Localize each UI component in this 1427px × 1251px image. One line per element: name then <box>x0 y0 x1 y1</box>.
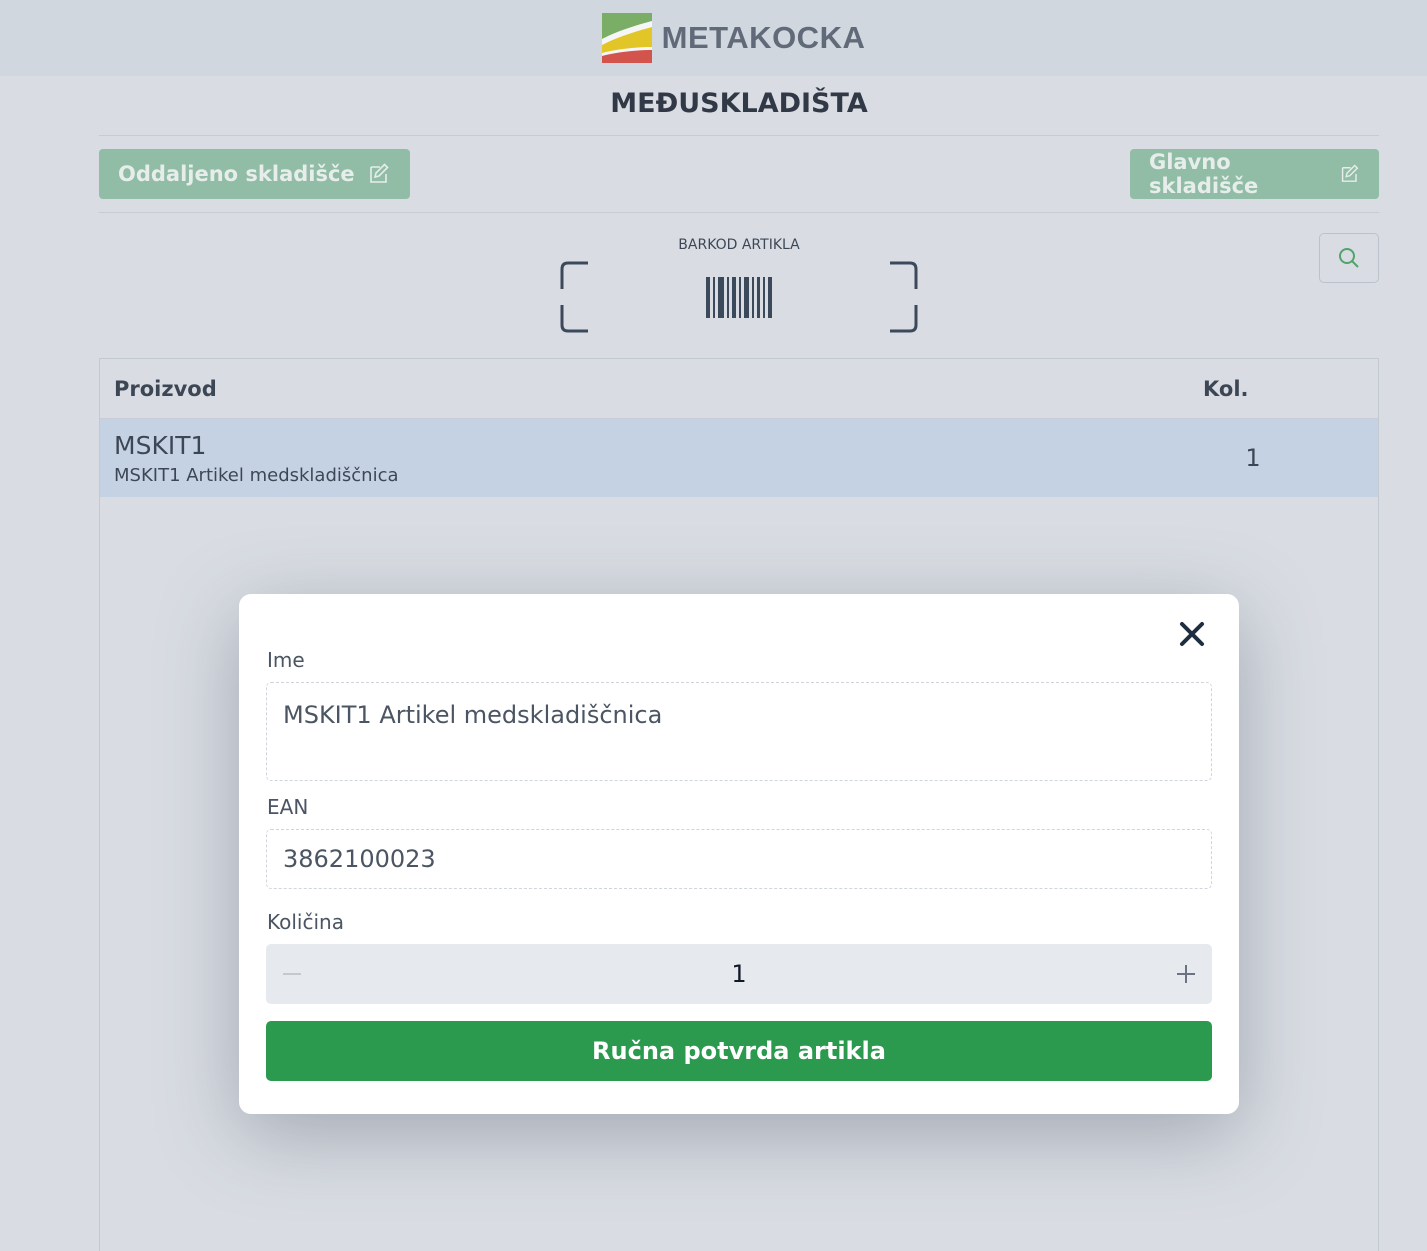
quantity-value[interactable]: 1 <box>318 960 1160 988</box>
name-field[interactable]: MSKIT1 Artikel medskladiščnica <box>266 682 1212 781</box>
quantity-stepper: 1 <box>266 944 1212 1004</box>
minus-icon <box>283 973 301 975</box>
item-dialog: Ime MSKIT1 Artikel medskladiščnica EAN 3… <box>239 594 1239 1114</box>
ean-field[interactable]: 3862100023 <box>266 829 1212 889</box>
ean-value: 3862100023 <box>283 845 436 873</box>
confirm-button[interactable]: Ručna potvrda artikla <box>266 1021 1212 1081</box>
quantity-label: Količina <box>267 910 344 934</box>
plus-icon <box>1177 965 1195 983</box>
close-button[interactable] <box>1176 618 1208 650</box>
increment-button[interactable] <box>1160 944 1212 1004</box>
name-value: MSKIT1 Artikel medskladiščnica <box>283 701 663 729</box>
decrement-button[interactable] <box>266 944 318 1004</box>
ean-label: EAN <box>267 795 309 819</box>
close-icon <box>1180 622 1204 646</box>
name-label: Ime <box>267 648 305 672</box>
